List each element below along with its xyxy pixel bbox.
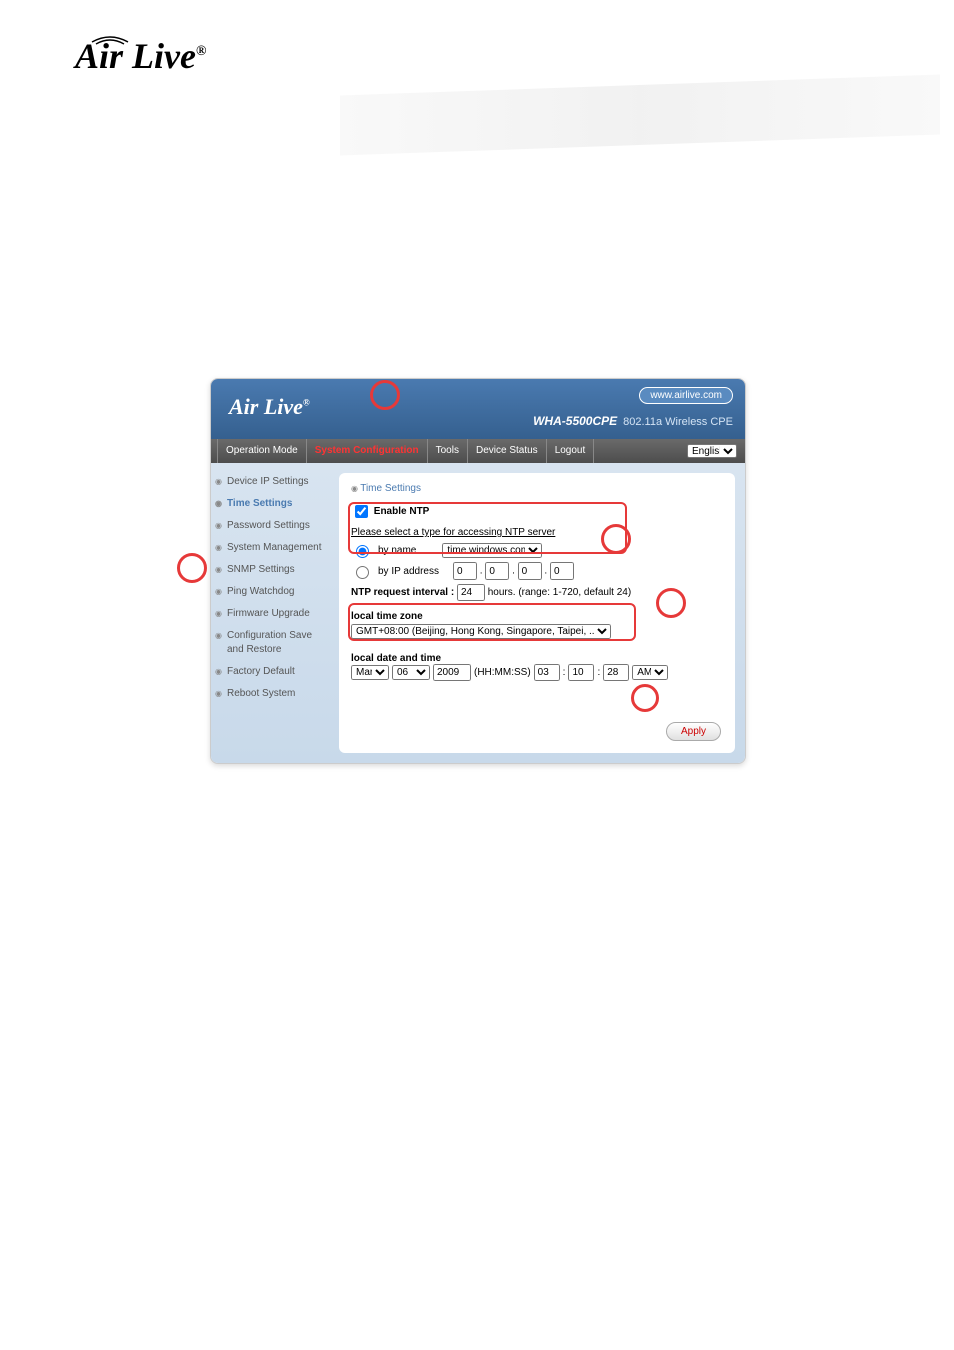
enable-ntp-checkbox[interactable]	[355, 505, 368, 518]
hhmmss-label: (HH:MM:SS)	[474, 667, 531, 678]
day-select[interactable]: 06	[392, 665, 430, 680]
sidebar-item-snmp[interactable]: SNMP Settings	[211, 559, 339, 581]
ip-octet-2[interactable]	[485, 562, 509, 580]
app-header: Air Live® www.airlive.com WHA-5500CPE802…	[211, 379, 745, 439]
ntp-server-select[interactable]: time.windows.com	[442, 543, 542, 558]
date-label: local date and time	[351, 653, 723, 664]
enable-ntp-row: Enable NTP	[351, 502, 723, 521]
sidebar-item-reboot[interactable]: Reboot System	[211, 683, 339, 705]
sidebar-item-device-ip[interactable]: Device IP Settings	[211, 471, 339, 493]
sidebar: Device IP Settings Time Settings Passwor…	[211, 463, 339, 763]
interval-label: NTP request interval :	[351, 587, 454, 598]
interval-input[interactable]	[457, 584, 485, 601]
month-select[interactable]: Mar	[351, 665, 389, 680]
nav-device-status[interactable]: Device Status	[468, 439, 547, 463]
header-decoration	[340, 75, 940, 156]
sidebar-item-ping-watchdog[interactable]: Ping Watchdog	[211, 581, 339, 603]
annotation-circle	[177, 553, 207, 583]
select-type-label: Please select a type for accessing NTP s…	[351, 527, 723, 538]
by-ip-row: by IP address . . .	[351, 562, 723, 580]
second-input[interactable]	[603, 664, 629, 681]
sidebar-item-password[interactable]: Password Settings	[211, 515, 339, 537]
sidebar-item-config-save[interactable]: Configuration Save and Restore	[211, 625, 339, 661]
interval-row: NTP request interval : hours. (range: 1-…	[351, 584, 723, 601]
nav-operation-mode[interactable]: Operation Mode	[217, 439, 307, 463]
nav-bar: Operation Mode System Configuration Tool…	[211, 439, 745, 463]
year-input[interactable]	[433, 664, 471, 681]
app-logo: Air Live®	[229, 394, 310, 420]
by-ip-radio[interactable]	[356, 566, 369, 579]
sidebar-item-firmware[interactable]: Firmware Upgrade	[211, 603, 339, 625]
language-select[interactable]: English	[687, 444, 737, 458]
model-label: WHA-5500CPE802.11a Wireless CPE	[533, 414, 733, 428]
by-name-radio[interactable]	[356, 545, 369, 558]
apply-button[interactable]: Apply	[666, 722, 721, 741]
url-link[interactable]: www.airlive.com	[639, 387, 733, 404]
nav-tools[interactable]: Tools	[428, 439, 468, 463]
tz-select[interactable]: GMT+08:00 (Beijing, Hong Kong, Singapore…	[351, 624, 611, 639]
sidebar-item-time-settings[interactable]: Time Settings	[211, 493, 339, 515]
hour-input[interactable]	[534, 664, 560, 681]
by-ip-label: by IP address	[378, 566, 439, 577]
ip-octet-4[interactable]	[550, 562, 574, 580]
date-row: Mar 06 (HH:MM:SS) : : AM	[351, 664, 723, 681]
enable-ntp-label: Enable NTP	[374, 506, 430, 517]
by-name-row: by name time.windows.com	[351, 542, 723, 558]
main-content: Device IP Settings Time Settings Passwor…	[211, 463, 745, 763]
ip-octet-1[interactable]	[453, 562, 477, 580]
nav-system-configuration[interactable]: System Configuration	[307, 439, 428, 463]
sidebar-item-system-mgmt[interactable]: System Management	[211, 537, 339, 559]
sidebar-item-factory-default[interactable]: Factory Default	[211, 661, 339, 683]
ampm-select[interactable]: AM	[632, 665, 668, 680]
minute-input[interactable]	[568, 664, 594, 681]
interval-hint: hours. (range: 1-720, default 24)	[488, 587, 631, 598]
page-logo: Air Live®	[75, 35, 206, 77]
content-panel: Time Settings Enable NTP Please select a…	[339, 473, 735, 753]
panel-title: Time Settings	[351, 483, 723, 494]
by-name-label: by name	[378, 545, 416, 556]
nav-logout[interactable]: Logout	[547, 439, 595, 463]
ip-octet-3[interactable]	[518, 562, 542, 580]
tz-label: local time zone	[351, 611, 723, 622]
app-window: Air Live® www.airlive.com WHA-5500CPE802…	[210, 378, 746, 764]
